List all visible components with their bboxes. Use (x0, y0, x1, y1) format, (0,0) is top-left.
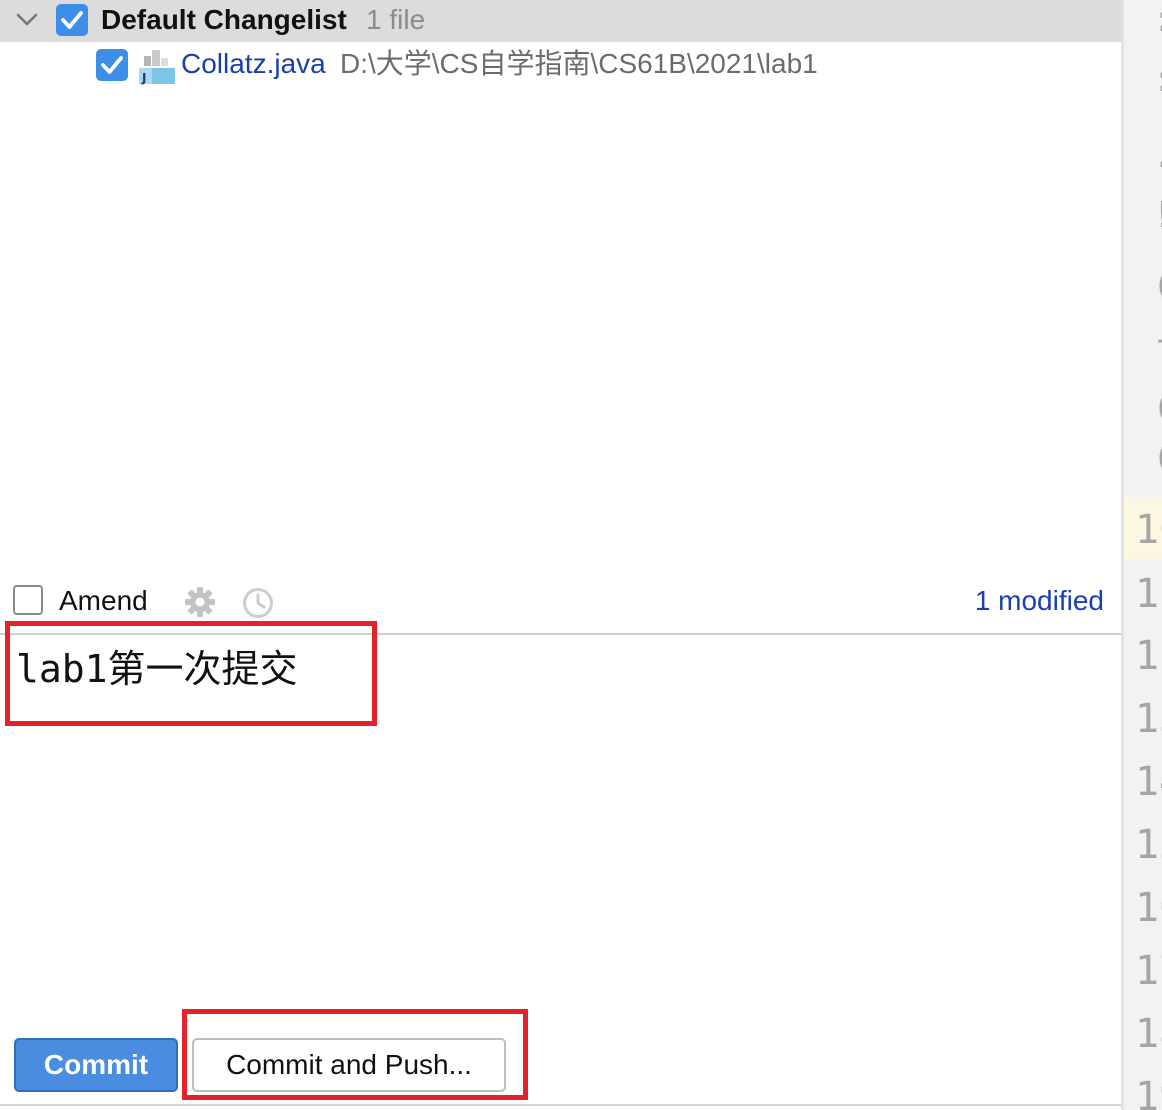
gutter-fragment: - (1152, 320, 1162, 360)
clock-icon[interactable] (241, 586, 275, 620)
line-number: 19 (1135, 1074, 1162, 1110)
amend-checkbox[interactable] (13, 585, 43, 615)
gutter-fragment: ! (1152, 196, 1162, 236)
line-number: 13 (1135, 696, 1162, 742)
gear-icon[interactable] (184, 586, 216, 618)
gutter-fragment: : (1152, 0, 1162, 40)
file-path: D:\大学\CS自学指南\CS61B\2021\lab1 (340, 48, 818, 79)
file-checkbox[interactable] (96, 49, 128, 81)
checkmark-icon (101, 56, 123, 74)
checkmark-icon (61, 11, 83, 29)
gutter-fragment: . (1152, 136, 1162, 176)
bottom-border (0, 1104, 1122, 1106)
commit-panel: Default Changelist 1 file J Collatz.java… (0, 0, 1122, 1110)
line-number: 14 (1135, 759, 1162, 805)
commit-button[interactable]: Commit (14, 1038, 178, 1092)
line-number: 10 (1135, 507, 1162, 553)
editor-gutter: : : . ! ( - ( ( 10 11 12 13 14 15 16 17 … (1124, 0, 1162, 1110)
modified-files-link[interactable]: 1 modified (975, 583, 1104, 619)
annotation-box-message (5, 621, 377, 726)
file-name[interactable]: Collatz.java (181, 46, 326, 82)
line-number: 11 (1135, 571, 1162, 617)
changelist-name: Default Changelist (101, 4, 347, 35)
amend-label[interactable]: Amend (59, 583, 148, 619)
line-number: 18 (1135, 1011, 1162, 1057)
line-number: 16 (1135, 885, 1162, 931)
chevron-down-icon[interactable] (12, 2, 42, 36)
changelist-file-count: 1 file (366, 4, 426, 35)
gutter-fragment: ( (1152, 266, 1162, 306)
gutter-fragment: ( (1152, 438, 1162, 478)
java-file-icon: J (139, 50, 175, 85)
gutter-fragment: ( (1152, 388, 1162, 428)
svg-text:J: J (141, 71, 146, 85)
gutter-fragment: : (1152, 60, 1162, 100)
annotation-box-push-button (182, 1009, 528, 1100)
line-number: 17 (1135, 948, 1162, 994)
changelist-checkbox[interactable] (56, 4, 88, 36)
line-number: 12 (1135, 633, 1162, 679)
changelist-header[interactable]: Default Changelist 1 file (0, 0, 1122, 42)
line-number: 15 (1135, 822, 1162, 868)
